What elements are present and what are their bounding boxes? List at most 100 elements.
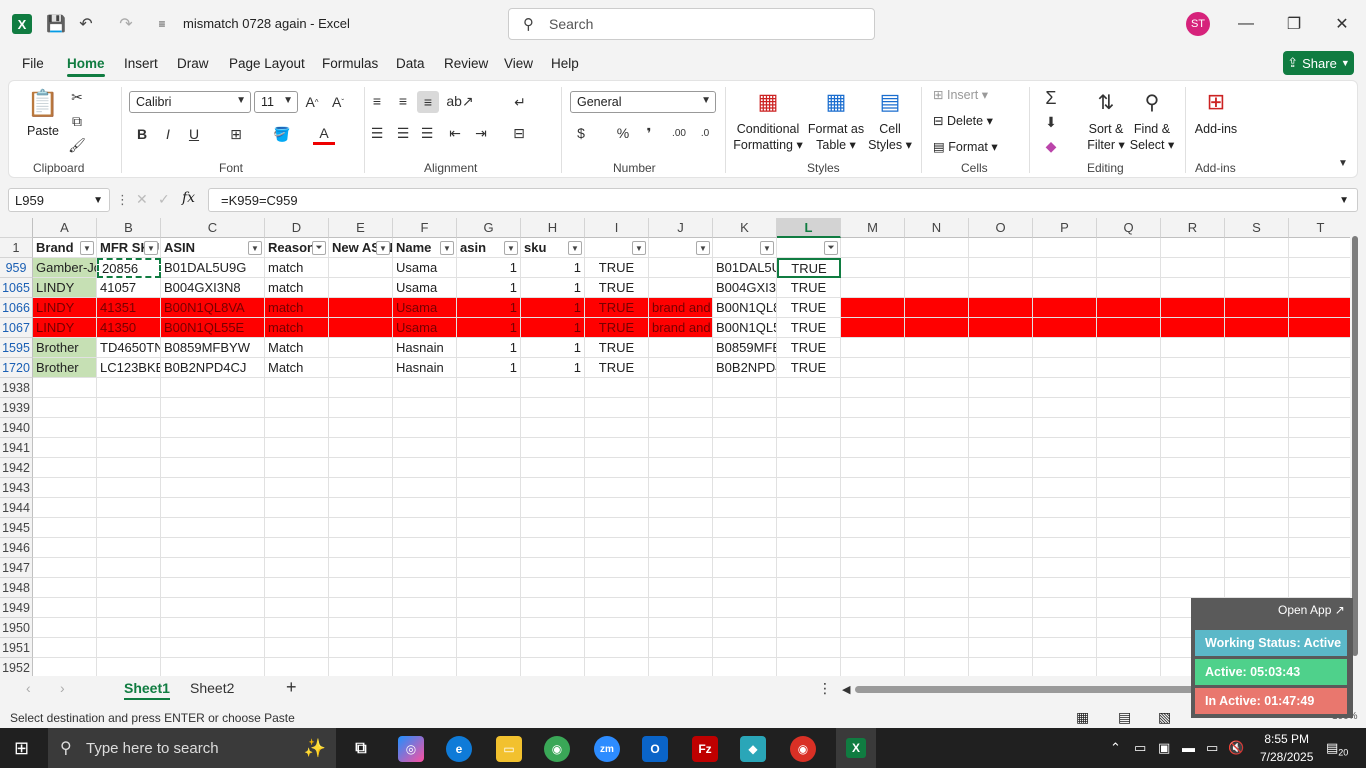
cell-p[interactable] [1033,298,1097,318]
spreadsheet-grid[interactable]: ABCDEFGHIJKLMNOPQRST 1 Brand ▼ MFR SKU ▼ ASIN… [0,218,1350,676]
page-break-view-icon[interactable]: ▧ [1158,709,1171,726]
battery-icon[interactable]: ▬ [1182,740,1195,755]
cell-l[interactable] [777,438,841,458]
cell-f[interactable]: Name ▼ [393,238,457,258]
cell-q[interactable] [1097,558,1161,578]
cell-g[interactable] [457,538,521,558]
column-header-n[interactable]: N [905,218,969,238]
cell-j[interactable] [649,398,713,418]
cell-h[interactable]: 1 [521,298,585,318]
cell-l[interactable] [777,498,841,518]
align-bottom-icon[interactable]: ≡ [417,91,439,113]
cell-n[interactable] [905,658,969,676]
row-header[interactable]: 1947 [0,558,33,578]
filter-dropdown-icon[interactable]: ▼ [248,241,262,255]
tab-draw[interactable]: Draw [177,56,209,71]
increase-font-icon[interactable]: A ^ [301,91,323,113]
cell-d[interactable] [265,658,329,676]
cell-g[interactable] [457,618,521,638]
delete-cells-button[interactable]: ⊟ Delete ▾ [933,113,993,129]
row-header[interactable]: 1066 [0,298,33,318]
outlook-app-icon[interactable]: O [642,736,668,762]
cell-t[interactable] [1289,258,1350,278]
formula-input[interactable]: =K959=C959 ▼ [208,188,1358,212]
number-format-select[interactable]: General ▼ [570,91,716,113]
row-header[interactable]: 1065 [0,278,33,298]
cell-i[interactable]: TRUE [585,258,649,278]
cell-p[interactable] [1033,378,1097,398]
vertical-scroll-thumb[interactable] [1352,236,1358,656]
filter-dropdown-icon[interactable]: ▼ [568,241,582,255]
cell-m[interactable] [841,298,905,318]
orientation-icon[interactable]: ab↗ [446,91,473,111]
cell-r[interactable] [1161,578,1225,598]
cell-h[interactable] [521,578,585,598]
cell-g[interactable] [457,478,521,498]
cell-f[interactable] [393,538,457,558]
cell-d[interactable]: match [265,278,329,298]
cell-o[interactable] [969,458,1033,478]
clear-icon[interactable]: ◆ [1039,135,1063,157]
tab-help[interactable]: Help [551,56,579,71]
cell-t[interactable] [1289,478,1350,498]
column-header-k[interactable]: K [713,218,777,238]
add-sheet-button[interactable]: + [286,677,297,698]
cell-s[interactable] [1225,358,1289,378]
cell-r[interactable] [1161,358,1225,378]
cell-n[interactable] [905,478,969,498]
cell-s[interactable] [1225,298,1289,318]
cell-q[interactable] [1097,538,1161,558]
cell-j[interactable] [649,418,713,438]
next-sheet-icon[interactable]: › [60,680,65,696]
cell-b[interactable]: TD4650TNC [97,338,161,358]
cell-t[interactable] [1289,238,1350,258]
cell-m[interactable] [841,538,905,558]
open-app-link[interactable]: Open App ↗ [1278,603,1345,617]
cell-d[interactable] [265,458,329,478]
add-ins-icon[interactable]: ⊞ [1201,87,1231,117]
cell-q[interactable] [1097,638,1161,658]
cell-i[interactable] [585,378,649,398]
maximize-button[interactable]: ❐ [1282,12,1306,36]
cell-e[interactable] [329,298,393,318]
cell-n[interactable] [905,498,969,518]
cell-p[interactable] [1033,558,1097,578]
format-cells-button[interactable]: ▤ Format ▾ [933,139,998,155]
task-view-icon[interactable]: ⧉ [348,736,374,762]
cell-a[interactable] [33,498,97,518]
cell-r[interactable] [1161,478,1225,498]
cell-g[interactable]: asin ▼ [457,238,521,258]
cell-l[interactable] [777,518,841,538]
cell-a[interactable] [33,538,97,558]
autosum-icon[interactable]: Σ [1039,87,1063,109]
prev-sheet-icon[interactable]: ‹ [26,680,31,696]
cell-k[interactable]: B00N1QL55E [713,318,777,338]
cell-o[interactable] [969,658,1033,676]
cell-t[interactable] [1289,278,1350,298]
find-select-icon[interactable]: ⚲ [1137,87,1167,117]
cell-j[interactable] [649,558,713,578]
cell-h[interactable] [521,418,585,438]
cell-i[interactable] [585,558,649,578]
cell-h[interactable]: 1 [521,358,585,378]
cell-b[interactable]: MFR SKU ▼ [97,238,161,258]
insert-cells-button[interactable]: ⊞ Insert ▾ [933,87,988,103]
cell-c[interactable] [161,498,265,518]
filter-dropdown-icon[interactable]: ▼ [632,241,646,255]
cell-s[interactable] [1225,378,1289,398]
cell-d[interactable] [265,518,329,538]
display-icon[interactable]: ▣ [1158,740,1170,756]
cell-q[interactable] [1097,318,1161,338]
cell-c[interactable] [161,618,265,638]
cell-k[interactable] [713,658,777,676]
cell-t[interactable] [1289,378,1350,398]
cell-p[interactable] [1033,478,1097,498]
add-ins-button[interactable]: Add-ins [1189,121,1243,137]
cell-q[interactable] [1097,478,1161,498]
save-icon[interactable]: 💾 [44,12,68,36]
meet-icon[interactable]: ▭ [1134,740,1146,756]
cell-b[interactable]: 41351 [97,298,161,318]
cell-t[interactable] [1289,338,1350,358]
underline-icon[interactable]: U [183,123,205,145]
cell-f[interactable] [393,378,457,398]
